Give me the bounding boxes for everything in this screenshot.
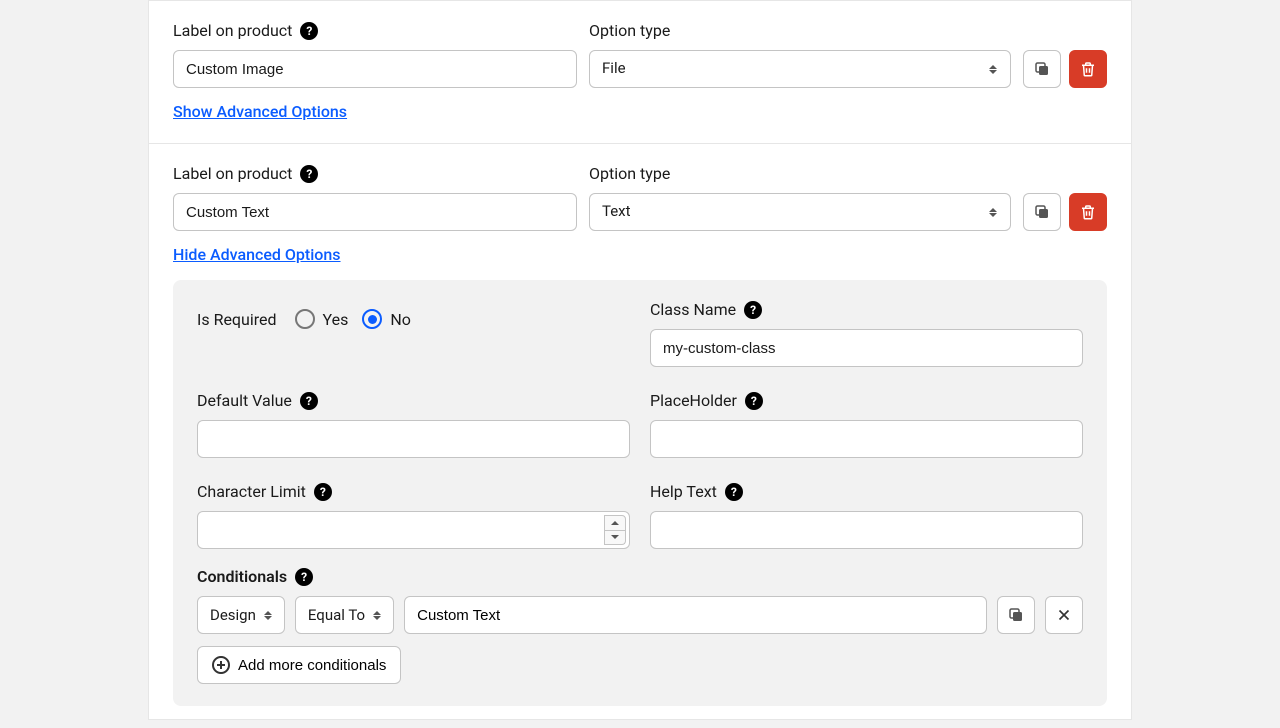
trash-icon [1079,60,1097,78]
help-icon[interactable]: ? [725,483,743,501]
class-name-label: Class Name ? [650,300,762,319]
is-required-label: Is Required [197,310,277,329]
help-icon[interactable]: ? [745,392,763,410]
select-value: Design [210,606,256,624]
help-text-input[interactable] [650,511,1083,549]
radio-icon [362,309,382,329]
conditional-remove-button[interactable] [1045,596,1083,634]
label-text: Option type [589,164,670,183]
label-text: Label on product [173,21,292,40]
label-on-product-input[interactable] [173,50,577,88]
conditional-row: Design Equal To [197,596,1083,634]
conditional-operator-select[interactable]: Equal To [295,596,394,634]
duplicate-button[interactable] [1023,50,1061,88]
label-on-product-input[interactable] [173,193,577,231]
chevron-updown-icon [264,608,274,622]
help-icon[interactable]: ? [744,301,762,319]
delete-button[interactable] [1069,50,1107,88]
copy-icon [1007,606,1025,624]
select-value: Equal To [308,606,365,624]
label-on-product-label: Label on product ? [173,164,318,183]
label-text: Option type [589,21,670,40]
trash-icon [1079,203,1097,221]
button-label: Add more conditionals [238,657,386,674]
help-text-label: Help Text ? [650,482,743,501]
radio-label: No [390,310,411,329]
help-icon[interactable]: ? [295,568,313,586]
number-stepper[interactable] [604,515,626,545]
copy-icon [1033,203,1051,221]
select-value: Text [602,202,631,220]
duplicate-button[interactable] [1023,193,1061,231]
radio-icon [295,309,315,329]
default-value-label: Default Value ? [197,391,318,410]
chevron-updown-icon [373,608,383,622]
option-row: Label on product ? Option type Text [149,144,1131,728]
is-required-yes-radio[interactable]: Yes [295,309,349,329]
label-text: Class Name [650,300,736,319]
character-limit-input[interactable] [197,511,630,549]
option-type-select[interactable]: File [589,50,1011,88]
conditionals-label: Conditionals ? [197,567,313,586]
help-icon[interactable]: ? [300,22,318,40]
option-type-label: Option type [589,21,670,40]
advanced-options-panel: Is Required Yes No [173,280,1107,706]
radio-label: Yes [323,310,349,329]
label-text: Conditionals [197,567,287,586]
select-value: File [602,59,626,77]
label-text: Character Limit [197,482,306,501]
option-type-select[interactable]: Text [589,193,1011,231]
delete-button[interactable] [1069,193,1107,231]
options-panel: Label on product ? Option type File [148,0,1132,720]
plus-circle-icon [212,656,230,674]
label-text: Label on product [173,164,292,183]
label-text: Default Value [197,391,292,410]
placeholder-label: PlaceHolder ? [650,391,763,410]
conditional-duplicate-button[interactable] [997,596,1035,634]
label-text: Help Text [650,482,717,501]
character-limit-label: Character Limit ? [197,482,332,501]
copy-icon [1033,60,1051,78]
help-icon[interactable]: ? [300,392,318,410]
hide-advanced-options-link[interactable]: Hide Advanced Options [173,245,341,264]
stepper-down-icon[interactable] [604,531,626,546]
stepper-up-icon[interactable] [604,515,626,531]
default-value-input[interactable] [197,420,630,458]
close-icon [1055,606,1073,624]
placeholder-input[interactable] [650,420,1083,458]
label-on-product-label: Label on product ? [173,21,318,40]
show-advanced-options-link[interactable]: Show Advanced Options [173,102,347,121]
conditional-value-input[interactable] [404,596,987,634]
is-required-no-radio[interactable]: No [362,309,411,329]
class-name-input[interactable] [650,329,1083,367]
help-icon[interactable]: ? [300,165,318,183]
option-row: Label on product ? Option type File [149,1,1131,144]
help-icon[interactable]: ? [314,483,332,501]
conditional-field-select[interactable]: Design [197,596,285,634]
option-type-label: Option type [589,164,670,183]
add-conditionals-button[interactable]: Add more conditionals [197,646,401,684]
label-text: PlaceHolder [650,391,737,410]
